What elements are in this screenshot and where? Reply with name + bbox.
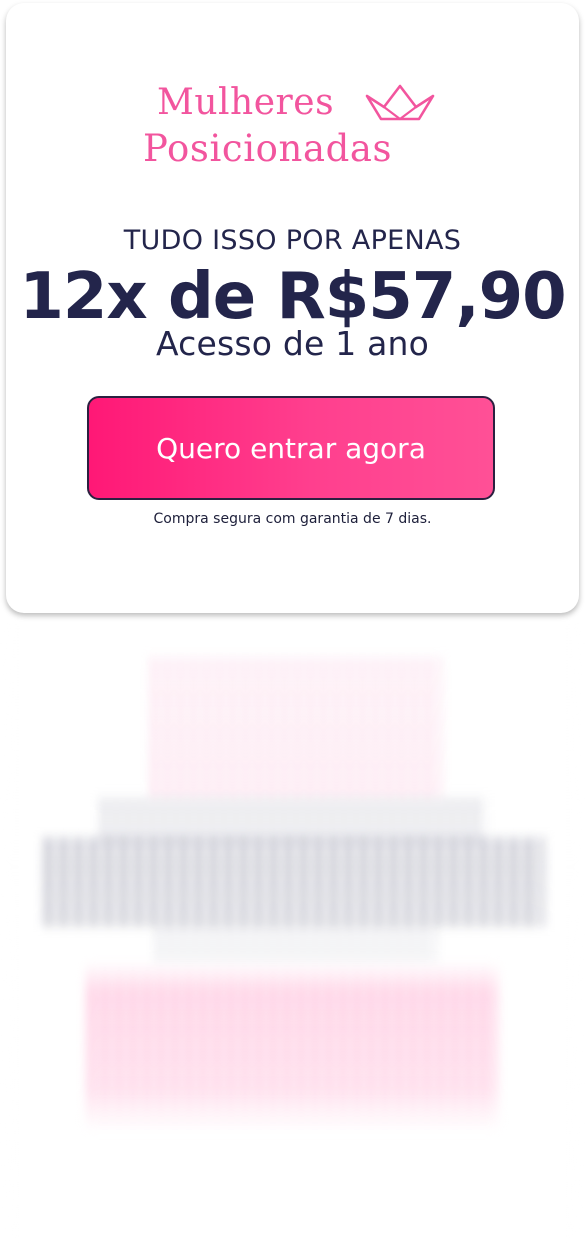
offer-price: 12x de R$57,90 bbox=[19, 260, 566, 334]
guarantee-note: Compra segura com garantia de 7 dias. bbox=[153, 511, 432, 527]
card-reflection bbox=[6, 617, 579, 1244]
reflection-fade bbox=[6, 617, 579, 1244]
enter-now-button[interactable]: Quero entrar agora bbox=[87, 396, 495, 500]
offer-card: Mulheres Posicionadas TUDO ISSO POR APEN… bbox=[6, 3, 579, 613]
brand-name-line1: Mulheres bbox=[157, 82, 335, 123]
offer-headline: TUDO ISSO POR APENAS bbox=[123, 225, 462, 256]
brand-name-line2: Posicionadas bbox=[143, 127, 393, 170]
offer-access-duration: Acesso de 1 ano bbox=[155, 324, 430, 363]
brand-logo: Mulheres Posicionadas bbox=[6, 3, 579, 183]
crown-icon bbox=[365, 84, 435, 121]
